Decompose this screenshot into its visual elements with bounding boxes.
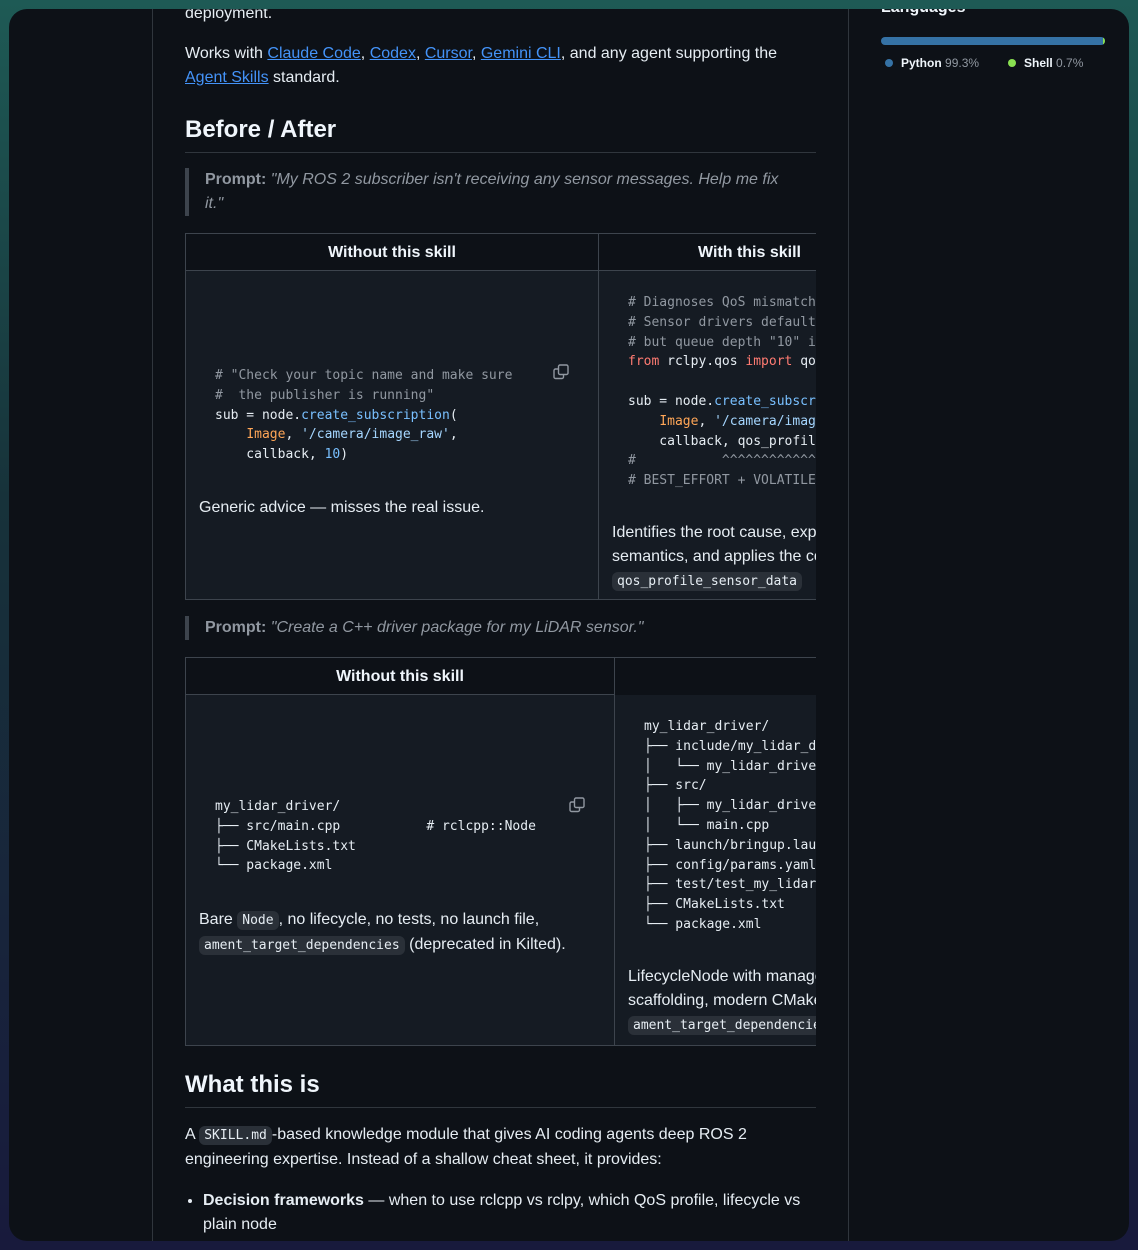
without-note-2-a: Bare [199, 911, 238, 928]
link-gemini-cli[interactable]: Gemini CLI [481, 45, 561, 62]
code-block-with-1: # Diagnoses QoS mismatch: publisher uses… [628, 295, 816, 489]
link-cursor[interactable]: Cursor [425, 45, 472, 62]
language-name: Python [901, 56, 942, 70]
language-percent: 0.7% [1056, 56, 1084, 70]
works-with-suffix: standard. [268, 69, 340, 86]
link-codex[interactable]: Codex [370, 45, 416, 62]
without-note-1: Generic advice — misses the real issue. [199, 499, 485, 516]
with-note-2: LifecycleNode with managed states, launc… [628, 965, 816, 1038]
column-divider [614, 658, 615, 1045]
shell-color-dot [1008, 59, 1016, 67]
prompt-label: Prompt: [205, 171, 267, 188]
with-note-1-text: Identifies the root cause, explains QoS … [612, 524, 816, 565]
language-name: Shell [1024, 56, 1053, 70]
what-this-is-heading: What this is [185, 1071, 320, 1098]
code-block-without-2: my_lidar_driver/ ├── src/main.cpp # rclc… [215, 799, 536, 874]
what-paragraph: A SKILL.md -based knowledge module that g… [185, 1123, 785, 1172]
column-divider [598, 234, 599, 599]
copy-icon[interactable] [569, 797, 585, 813]
works-with-paragraph: Works with Claude Code, Codex, Cursor, G… [185, 45, 778, 86]
language-shell[interactable]: Shell 0.7% [1008, 55, 1083, 71]
inline-code-ament: ament_target_dependencies [199, 936, 405, 955]
intro-tail-text: deployment. [185, 9, 273, 22]
comparison-table-2: Without this skill my_lidar_driver/ ├── … [185, 657, 816, 1046]
code-block-with-2: my_lidar_driver/ ├── include/my_lidar_dr… [644, 719, 816, 932]
inline-code-skill: SKILL.md [199, 1126, 272, 1145]
what-p1: A [185, 1126, 200, 1143]
prompt-text: "Create a C++ driver package for my LiDA… [270, 619, 644, 636]
link-claude-code[interactable]: Claude Code [267, 45, 360, 62]
works-with-prefix: Works with [185, 45, 268, 62]
prompt-text: "My ROS 2 subscriber isn't receiving any… [205, 171, 779, 212]
readme-content: deployment. Works with Claude Code, Code… [185, 9, 816, 1241]
before-after-heading: Before / After [185, 116, 337, 143]
languages-title: Languages [881, 9, 965, 17]
prompt-quote-2: Prompt: "Create a C++ driver package for… [185, 616, 795, 640]
languages-bar [881, 37, 1105, 45]
python-color-dot [885, 59, 893, 67]
shell-segment [1103, 37, 1105, 45]
without-note-2: Bare Node, no lifecycle, no tests, no la… [199, 908, 604, 958]
code-block-without-1: # "Check your topic name and make sure #… [215, 368, 513, 463]
comparison-table-1: Without this skill With this skill # "Ch… [185, 233, 816, 600]
col-header-without: Without this skill [186, 658, 614, 695]
readme-left-border [152, 9, 153, 1241]
heading-rule [185, 152, 816, 153]
with-note-1: Identifies the root cause, explains QoS … [612, 521, 816, 594]
without-note-2-c: (deprecated in Kilted). [404, 936, 566, 953]
list-item: Decision frameworks — when to use rclcpp… [203, 1189, 816, 1237]
prompt-quote-1: Prompt: "My ROS 2 subscriber isn't recei… [185, 168, 795, 216]
inline-code-qos: qos_profile_sensor_data [612, 572, 803, 591]
col-header-with: With this skill [599, 234, 816, 271]
inline-code-node: Node [237, 911, 279, 930]
copy-icon[interactable] [553, 364, 569, 380]
sidebar-left-border [848, 9, 849, 1241]
prompt-label: Prompt: [205, 619, 267, 636]
link-agent-skills[interactable]: Agent Skills [185, 69, 269, 86]
with-note-2-text: LifecycleNode with managed states, launc… [628, 968, 816, 1009]
without-note-2-b: , no lifecycle, no tests, no launch file… [278, 911, 540, 928]
language-python[interactable]: Python 99.3% [885, 55, 979, 71]
works-with-mid: , and any agent supporting the [560, 45, 778, 62]
inline-code-ament: ament_target_dependencies [628, 1016, 816, 1035]
bullet-bold: Decision frameworks [203, 1192, 364, 1209]
browser-window: deployment. Works with Claude Code, Code… [9, 9, 1129, 1241]
col-header-without: Without this skill [186, 234, 598, 271]
language-percent: 99.3% [945, 56, 980, 70]
heading-rule [185, 1107, 816, 1108]
feature-list: Decision frameworks — when to use rclcpp… [203, 1189, 816, 1237]
